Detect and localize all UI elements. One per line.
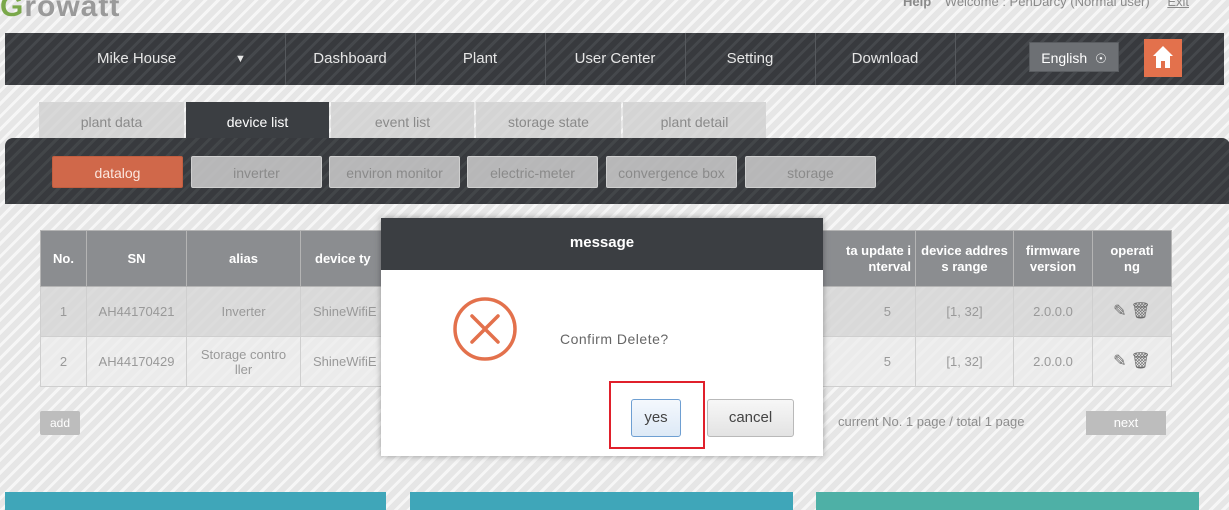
cell-no: 1: [40, 286, 87, 337]
cell-sn: AH44170429: [86, 336, 187, 387]
nav-divider: [955, 33, 956, 85]
top-strip: Growatt Help Welcome : PenDarcy (Normal …: [0, 0, 1229, 33]
tab-storage-state[interactable]: storage state: [476, 102, 621, 138]
logo: Growatt: [0, 0, 120, 24]
logo-initial: G: [0, 0, 25, 23]
col-header-operating: operati ng: [1092, 230, 1172, 287]
subtab-datalog[interactable]: datalog: [52, 156, 183, 188]
nav-item-user-center[interactable]: User Center: [545, 33, 685, 85]
top-links: Help Welcome : PenDarcy (Normal user) Ex…: [903, 0, 1189, 9]
trash-icon[interactable]: 🗑: [1131, 354, 1151, 370]
col-header-sn: SN: [86, 230, 187, 287]
next-page-button[interactable]: next: [1086, 411, 1166, 435]
help-link[interactable]: Help: [903, 0, 931, 9]
col-header-firmware-version: firmware version: [1013, 230, 1093, 287]
col-header-alias: alias: [186, 230, 301, 287]
plant-selector[interactable]: Mike House ▼: [65, 33, 285, 85]
summary-panel: [5, 492, 386, 510]
tab-plant-detail[interactable]: plant detail: [623, 102, 766, 138]
cell-operating: ✎ 🗑: [1092, 336, 1172, 387]
nav-item-setting[interactable]: Setting: [685, 33, 815, 85]
main-navbar: Mike House ▼ Dashboard Plant User Center…: [5, 33, 1224, 85]
edit-icon[interactable]: ✎: [1113, 354, 1126, 370]
subtab-storage[interactable]: storage: [745, 156, 876, 188]
home-button[interactable]: [1144, 39, 1182, 77]
cell-firmware: 2.0.0.0: [1013, 286, 1093, 337]
add-button[interactable]: add: [40, 411, 80, 435]
summary-panel: [410, 492, 793, 510]
error-circle-icon: [453, 297, 517, 361]
subtab-environ-monitor[interactable]: environ monitor: [329, 156, 460, 188]
cell-alias: Storage contro ller: [186, 336, 301, 387]
cell-address-range: [1, 32]: [915, 336, 1014, 387]
home-icon: [1153, 46, 1173, 68]
circle-arrow-icon: ☉: [1095, 51, 1107, 66]
cell-operating: ✎ 🗑: [1092, 286, 1172, 337]
nav-item-dashboard[interactable]: Dashboard: [285, 33, 415, 85]
confirm-delete-dialog: message Confirm Delete? yes cancel: [381, 218, 823, 456]
tab-device-list[interactable]: device list: [186, 102, 329, 138]
col-header-device-type: device ty: [300, 230, 391, 287]
cell-device-type: ShineWifiE: [300, 286, 391, 337]
tab-event-list[interactable]: event list: [331, 102, 474, 138]
dialog-title: message: [381, 218, 823, 270]
cell-firmware: 2.0.0.0: [1013, 336, 1093, 387]
language-label: English: [1041, 50, 1088, 66]
language-select[interactable]: English ☉: [1029, 42, 1119, 72]
nav-item-download[interactable]: Download: [815, 33, 955, 85]
cell-sn: AH44170421: [86, 286, 187, 337]
dropdown-arrow-icon: ▼: [235, 53, 246, 65]
plant-selector-label: Mike House: [97, 50, 177, 67]
cell-address-range: [1, 32]: [915, 286, 1014, 337]
welcome-text: Welcome : PenDarcy (Normal user): [944, 0, 1150, 9]
nav-item-plant[interactable]: Plant: [415, 33, 545, 85]
exit-link[interactable]: Exit: [1167, 0, 1189, 9]
cancel-button[interactable]: cancel: [707, 399, 794, 437]
logo-rest: rowatt: [24, 0, 121, 23]
col-header-device-address-range: device addres s range: [915, 230, 1014, 287]
cell-device-type: ShineWifiE: [300, 336, 391, 387]
cell-alias: Inverter: [186, 286, 301, 337]
tab-plant-data[interactable]: plant data: [39, 102, 184, 138]
dialog-message: Confirm Delete?: [560, 331, 669, 347]
col-header-no: No.: [40, 230, 87, 287]
yes-button[interactable]: yes: [631, 399, 681, 437]
trash-icon[interactable]: 🗑: [1131, 304, 1151, 320]
subtab-inverter[interactable]: inverter: [191, 156, 322, 188]
cell-no: 2: [40, 336, 87, 387]
summary-panel: [816, 492, 1199, 510]
pager-status: current No. 1 page / total 1 page: [838, 414, 1025, 429]
edit-icon[interactable]: ✎: [1113, 304, 1126, 320]
subtab-convergence-box[interactable]: convergence box: [606, 156, 737, 188]
subtab-electric-meter[interactable]: electric-meter: [467, 156, 598, 188]
